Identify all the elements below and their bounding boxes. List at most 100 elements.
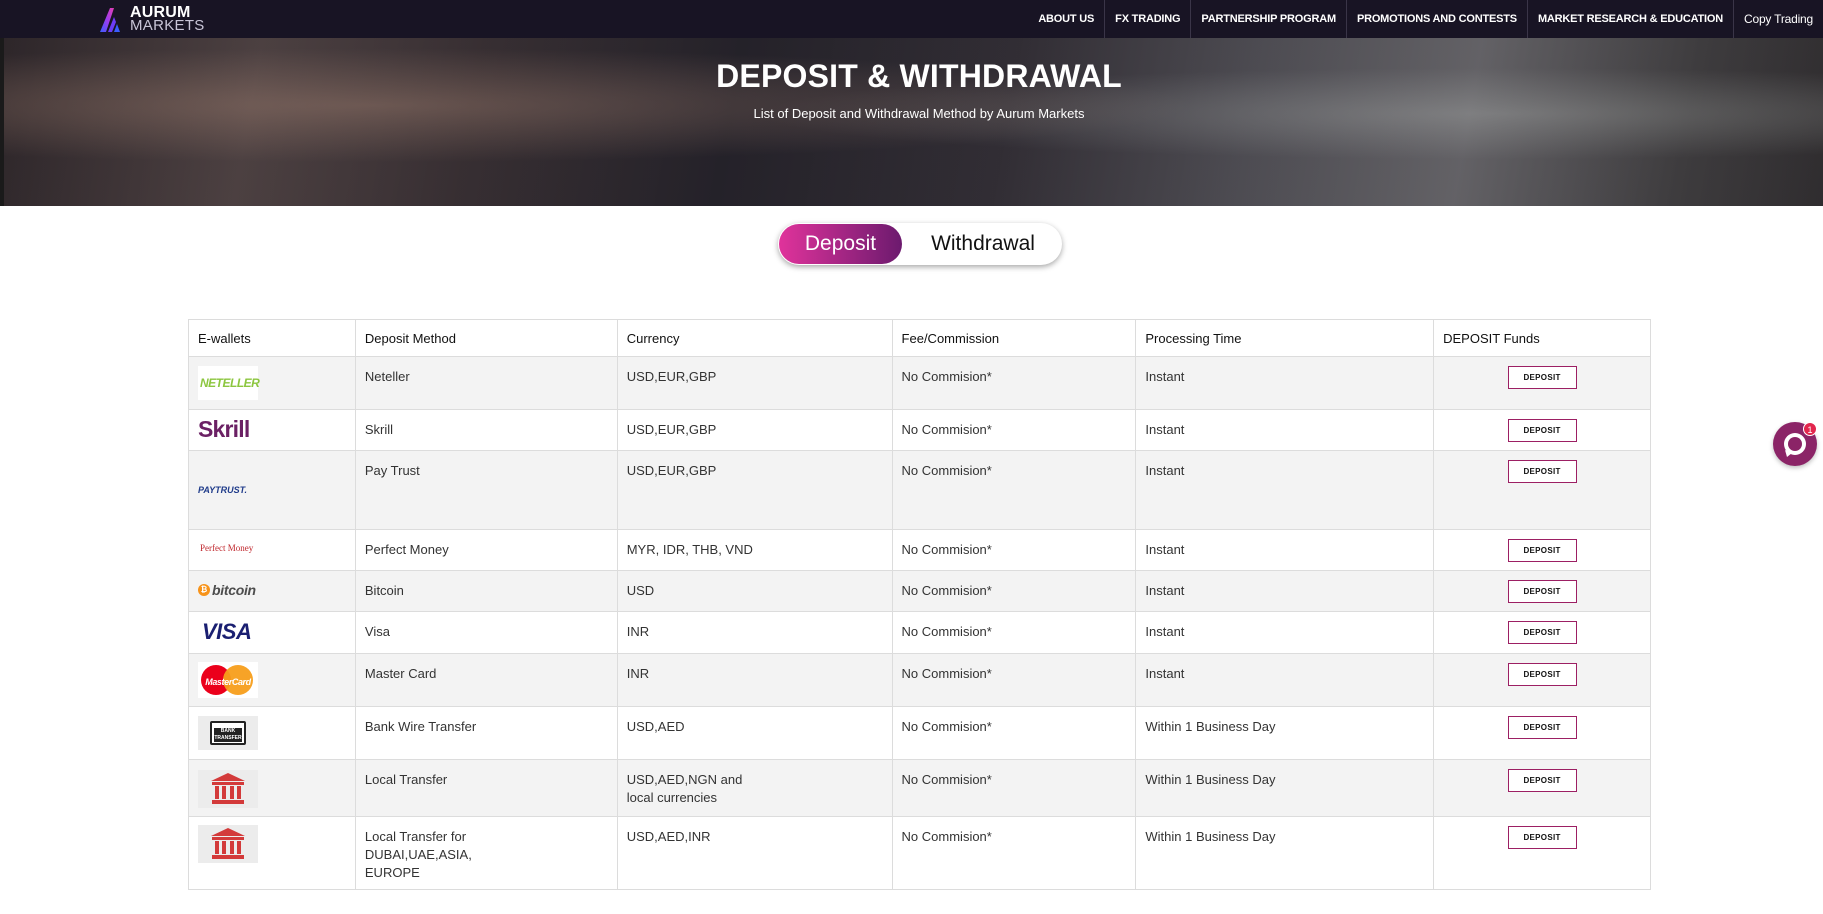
bank-building-icon bbox=[198, 770, 258, 808]
currency-cell: USD,AED,INR bbox=[616, 816, 893, 890]
currency-cell: USD bbox=[616, 570, 893, 612]
bitcoin-coin-icon: ₿ bbox=[198, 584, 210, 596]
currency-cell: USD,EUR,GBP bbox=[616, 356, 893, 410]
tab-withdrawal[interactable]: Withdrawal bbox=[908, 224, 1058, 264]
method-text: Local Transfer for DUBAI,UAE,ASIA, EUROP… bbox=[364, 829, 472, 880]
mastercard-logo: MasterCard bbox=[198, 662, 258, 698]
method-cell: Master Card bbox=[354, 653, 618, 707]
nav-promotions-contests[interactable]: PROMOTIONS AND CONTESTS bbox=[1347, 0, 1528, 38]
nav-partnership-program[interactable]: PARTNERSHIP PROGRAM bbox=[1191, 0, 1347, 38]
deposit-button[interactable]: DEPOSIT bbox=[1507, 539, 1577, 562]
table-header-row: E-wallets Deposit Method Currency Fee/Co… bbox=[188, 319, 1651, 357]
time-cell: Instant bbox=[1135, 450, 1435, 530]
table-row: Skrill Skrill USD,EUR,GBP No Commision* … bbox=[188, 409, 1651, 451]
paytrust-logo: PAYTRUST. bbox=[198, 473, 258, 507]
tab-deposit[interactable]: Deposit bbox=[779, 224, 902, 264]
bitcoin-logo: ₿ bitcoin bbox=[198, 580, 258, 600]
skrill-logo-text: Skrill bbox=[198, 416, 250, 442]
page-subtitle: List of Deposit and Withdrawal Method by… bbox=[753, 106, 1085, 121]
table-row: Local Transfer for DUBAI,UAE,ASIA, EUROP… bbox=[188, 816, 1651, 890]
paytrust-logo-text: PAYTRUST. bbox=[198, 485, 247, 495]
nav-links: ABOUT US FX TRADING PARTNERSHIP PROGRAM … bbox=[1028, 0, 1823, 38]
header-e-wallets: E-wallets bbox=[188, 319, 356, 357]
deposit-button[interactable]: DEPOSIT bbox=[1507, 366, 1577, 389]
deposit-withdrawal-toggle: Deposit Withdrawal bbox=[778, 223, 1062, 265]
currency-cell: INR bbox=[616, 653, 893, 707]
visa-logo: VISA bbox=[198, 620, 258, 644]
fee-cell: No Commision* bbox=[891, 653, 1137, 707]
nav-copy-trading[interactable]: Copy Trading bbox=[1734, 0, 1823, 38]
bitcoin-logo-text: bitcoin bbox=[212, 582, 256, 598]
nav-fx-trading[interactable]: FX TRADING bbox=[1105, 0, 1192, 38]
method-cell: Bitcoin bbox=[354, 570, 618, 612]
deposit-button[interactable]: DEPOSIT bbox=[1507, 621, 1577, 644]
deposit-button[interactable]: DEPOSIT bbox=[1507, 580, 1577, 603]
deposit-button[interactable]: DEPOSIT bbox=[1507, 716, 1577, 739]
method-cell: Neteller bbox=[354, 356, 618, 410]
fee-cell: No Commision* bbox=[891, 706, 1137, 760]
fee-cell: No Commision* bbox=[891, 529, 1137, 571]
deposit-button[interactable]: DEPOSIT bbox=[1507, 663, 1577, 686]
skrill-logo: Skrill bbox=[198, 417, 258, 441]
visa-logo-text: VISA bbox=[202, 619, 252, 644]
deposit-button[interactable]: DEPOSIT bbox=[1507, 460, 1577, 483]
table-row: BANK TRANSFER Bank Wire Transfer USD,AED… bbox=[188, 706, 1651, 760]
fee-cell: No Commision* bbox=[891, 570, 1137, 612]
chat-notification-badge: 1 bbox=[1803, 422, 1817, 436]
time-cell: Instant bbox=[1135, 570, 1435, 612]
deposit-button[interactable]: DEPOSIT bbox=[1507, 419, 1577, 442]
nav-market-research-education[interactable]: MARKET RESEARCH & EDUCATION bbox=[1528, 0, 1735, 38]
table-row: MasterCard Master Card INR No Commision*… bbox=[188, 653, 1651, 707]
fee-cell: No Commision* bbox=[891, 611, 1137, 654]
header-currency: Currency bbox=[616, 319, 893, 357]
fee-cell: No Commision* bbox=[891, 450, 1137, 530]
brand-name-line2: MARKETS bbox=[130, 17, 205, 34]
bank-transfer-logo-text: BANK TRANSFER bbox=[214, 728, 242, 742]
method-cell: Pay Trust bbox=[354, 450, 618, 530]
bank-transfer-icon: BANK TRANSFER bbox=[198, 716, 258, 750]
method-cell: Perfect Money bbox=[354, 529, 618, 571]
table-row: PAYTRUST. Pay Trust USD,EUR,GBP No Commi… bbox=[188, 450, 1651, 530]
fee-cell: No Commision* bbox=[891, 409, 1137, 451]
table-row: Perfect Money Perfect Money MYR, IDR, TH… bbox=[188, 529, 1651, 571]
bank-building-svg bbox=[211, 828, 245, 859]
table-row: Local Transfer USD,AED,NGN and local cur… bbox=[188, 759, 1651, 817]
time-cell: Within 1 Business Day bbox=[1135, 759, 1435, 817]
method-cell: Visa bbox=[354, 611, 618, 654]
aurum-logo-icon bbox=[100, 8, 120, 32]
deposit-button[interactable]: DEPOSIT bbox=[1507, 769, 1577, 792]
currency-cell: MYR, IDR, THB, VND bbox=[616, 529, 893, 571]
mastercard-logo-text: MasterCard bbox=[205, 677, 251, 687]
header-deposit-method: Deposit Method bbox=[354, 319, 618, 357]
deposit-methods-table: E-wallets Deposit Method Currency Fee/Co… bbox=[188, 319, 1651, 890]
currency-cell: USD,EUR,GBP bbox=[616, 450, 893, 530]
table-row: VISA Visa INR No Commision* Instant DEPO… bbox=[188, 611, 1651, 654]
currency-text: USD,AED,NGN and local currencies bbox=[626, 772, 743, 805]
table-row: ₿ bitcoin Bitcoin USD No Commision* Inst… bbox=[188, 570, 1651, 612]
header-deposit-funds: DEPOSIT Funds bbox=[1433, 319, 1651, 357]
time-cell: Within 1 Business Day bbox=[1135, 706, 1435, 760]
fee-cell: No Commision* bbox=[891, 816, 1137, 890]
perfect-money-logo: Perfect Money bbox=[198, 536, 258, 560]
neteller-logo-text: NETELLER bbox=[200, 376, 260, 390]
fee-cell: No Commision* bbox=[891, 759, 1137, 817]
deposit-button[interactable]: DEPOSIT bbox=[1507, 826, 1577, 849]
table-row: NETELLER Neteller USD,EUR,GBP No Commisi… bbox=[188, 356, 1651, 410]
page-title: DEPOSIT & WITHDRAWAL bbox=[716, 58, 1122, 94]
bank-building-svg bbox=[211, 773, 245, 804]
currency-cell: USD,EUR,GBP bbox=[616, 409, 893, 451]
top-navigation: AURUM MARKETS ABOUT US FX TRADING PARTNE… bbox=[0, 0, 1823, 38]
brand-logo[interactable]: AURUM MARKETS bbox=[98, 4, 205, 34]
time-cell: Instant bbox=[1135, 653, 1435, 707]
neteller-logo: NETELLER bbox=[198, 366, 260, 400]
time-cell: Instant bbox=[1135, 611, 1435, 654]
method-cell: Bank Wire Transfer bbox=[354, 706, 618, 760]
bank-building-icon bbox=[198, 825, 258, 863]
time-cell: Instant bbox=[1135, 356, 1435, 410]
nav-about-us[interactable]: ABOUT US bbox=[1028, 0, 1106, 38]
currency-cell: USD,AED bbox=[616, 706, 893, 760]
header-processing-time: Processing Time bbox=[1135, 319, 1435, 357]
time-cell: Instant bbox=[1135, 409, 1435, 451]
method-cell: Local Transfer for DUBAI,UAE,ASIA, EUROP… bbox=[354, 816, 618, 890]
currency-cell: USD,AED,NGN and local currencies bbox=[616, 759, 893, 817]
